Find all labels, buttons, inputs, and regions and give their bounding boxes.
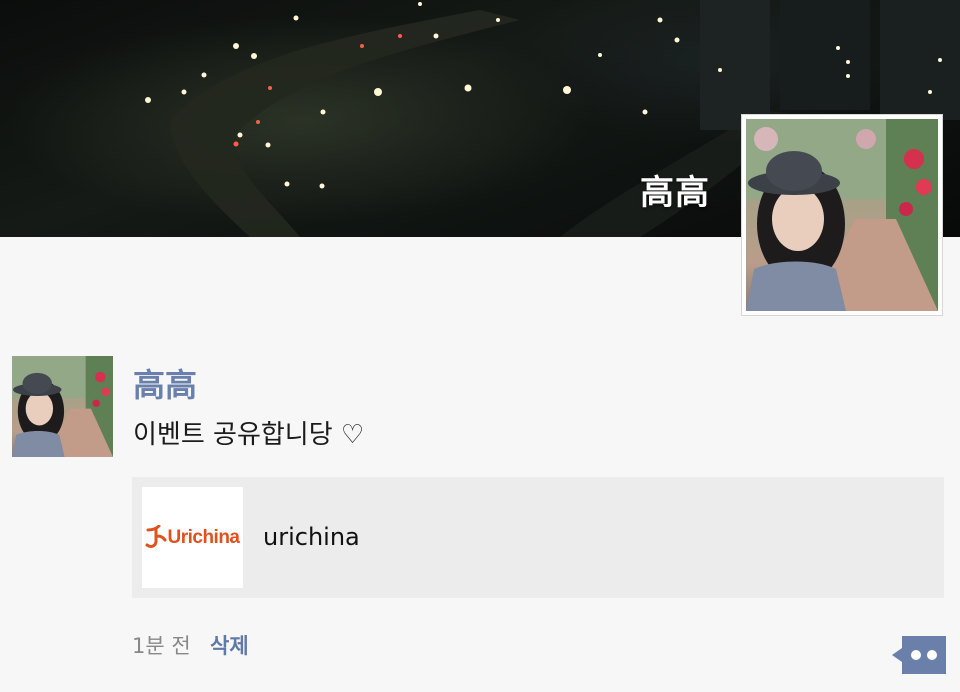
post-timestamp: 1분 전 bbox=[132, 634, 191, 658]
post-author-avatar[interactable] bbox=[12, 356, 113, 457]
profile-picture[interactable] bbox=[741, 114, 943, 316]
profile-photo-image bbox=[746, 119, 938, 311]
profile-name[interactable]: 高高 bbox=[640, 165, 710, 214]
urichina-logo-text: Urichina bbox=[167, 526, 240, 548]
link-title[interactable]: urichina bbox=[263, 523, 360, 551]
shared-link-card[interactable]: Urichina urichina bbox=[132, 477, 944, 598]
urichina-logo: Urichina bbox=[145, 524, 240, 551]
link-thumbnail: Urichina bbox=[142, 487, 243, 588]
post-author-avatar-image bbox=[12, 356, 113, 457]
delete-link[interactable]: 삭제 bbox=[210, 630, 249, 660]
post-text: 이벤트 공유합니당 ♡ bbox=[133, 420, 365, 450]
chat-bubble-icon bbox=[892, 636, 946, 674]
urichina-logo-icon bbox=[145, 524, 167, 548]
chat-button[interactable] bbox=[892, 636, 946, 674]
post-author-name[interactable]: 高高 bbox=[133, 360, 197, 406]
